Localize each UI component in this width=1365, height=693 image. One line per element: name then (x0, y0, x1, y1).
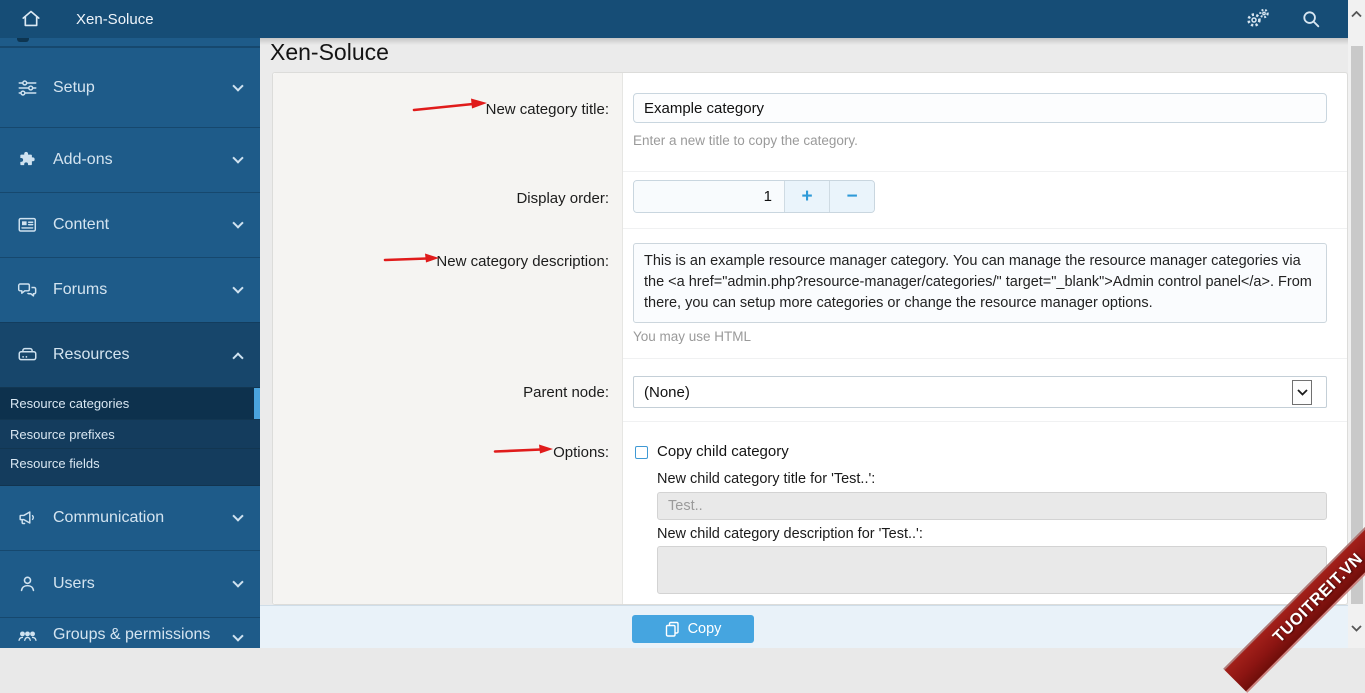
subitem-label: Resource fields (10, 455, 100, 471)
chevron-down-icon (232, 576, 244, 588)
form-footer: Copy (260, 605, 1348, 648)
row-divider (623, 358, 1347, 359)
chevron-down-icon (232, 282, 244, 294)
increment-button[interactable]: + (784, 181, 829, 212)
field-label-options: Options: (553, 444, 609, 461)
field-label-parent-node: Parent node: (523, 384, 609, 401)
chat-bubbles-icon (14, 278, 40, 302)
scrollbar-thumb[interactable] (1351, 46, 1363, 604)
field-label-display-order: Display order: (516, 190, 609, 207)
chevron-down-icon (232, 217, 244, 229)
sidebar-item-label: Setup (53, 78, 95, 96)
scroll-down-arrow[interactable] (1348, 618, 1365, 638)
field-label-new-category-title: New category title: (485, 101, 609, 118)
sidebar-item-resources[interactable]: Resources (0, 322, 260, 387)
sidebar-item-label: Resources (53, 346, 130, 363)
field-label-new-category-description: New category description: (436, 253, 609, 270)
chevron-down-icon (232, 630, 244, 642)
subitem-label: Resource prefixes (10, 426, 115, 442)
sidebar-item-label: Add-ons (53, 151, 113, 168)
sidebar-item-addons[interactable]: Add-ons (0, 127, 260, 192)
sidebar-item-content[interactable]: Content (0, 192, 260, 257)
sidebar-subitem-resource-categories[interactable]: Resource categories (0, 387, 260, 419)
parent-node-select[interactable]: (None) (633, 376, 1327, 408)
copy-child-category-checkbox[interactable] (635, 446, 648, 459)
active-indicator (254, 388, 260, 419)
sidebar-item-label: Users (53, 575, 95, 592)
sidebar-item-communication[interactable]: Communication (0, 485, 260, 550)
display-order-stepper: + − (633, 180, 875, 213)
copy-button[interactable]: Copy (632, 615, 754, 643)
topbar: Xen-Soluce (0, 0, 1348, 38)
sidebar-item-label: Communication (53, 509, 165, 526)
sidebar-subitem-resource-fields[interactable]: Resource fields (0, 448, 260, 477)
chevron-down-icon (232, 79, 244, 92)
title-hint: Enter a new title to copy the category. (633, 133, 858, 148)
sidebar-item-setup[interactable]: Setup (0, 47, 260, 127)
subitem-label: Resource categories (10, 396, 130, 411)
main-content: Xen-Soluce New category title: Enter a n… (260, 38, 1348, 648)
description-hint: You may use HTML (633, 329, 752, 344)
sidebar-item-groups-permissions[interactable]: Groups & permissions (0, 617, 260, 648)
sidebar-subitem-resource-prefixes[interactable]: Resource prefixes (0, 419, 260, 448)
copy-child-category-label: Copy child category (657, 443, 789, 460)
megaphone-icon (14, 506, 40, 530)
user-group-icon (14, 626, 40, 648)
sidebar: Setup Add-ons Content Forums Resources R… (0, 38, 260, 648)
child-description-label: New child category description for 'Test… (657, 526, 923, 542)
search-icon[interactable] (1300, 8, 1322, 30)
selected-option: (None) (644, 383, 690, 401)
chevron-down-icon (232, 152, 244, 164)
copy-icon (665, 621, 679, 637)
form-label-column (273, 73, 623, 604)
row-divider (623, 171, 1347, 172)
sliders-icon (14, 76, 40, 100)
child-title-label: New child category title for 'Test..': (657, 471, 876, 487)
sidebar-item-users[interactable]: Users (0, 550, 260, 617)
sidebar-item-label: Groups & permissions (53, 626, 211, 643)
scroll-up-arrow[interactable] (1348, 4, 1365, 24)
puzzle-icon (14, 148, 40, 172)
resources-submenu: Resource categories Resource prefixes Re… (0, 387, 260, 485)
child-description-textarea (657, 546, 1327, 594)
new-category-title-input[interactable] (633, 93, 1327, 123)
home-icon[interactable] (20, 8, 42, 30)
app-title: Xen-Soluce (76, 10, 154, 28)
row-divider (623, 228, 1347, 229)
child-title-input (657, 492, 1327, 520)
newspaper-icon (14, 213, 40, 237)
new-category-description-textarea[interactable]: This is an example resource manager cate… (633, 243, 1327, 323)
chevron-up-icon (232, 351, 244, 364)
decrement-button[interactable]: − (829, 181, 874, 212)
display-order-input[interactable] (634, 181, 784, 212)
sidebar-item-label: Forums (53, 281, 108, 298)
drive-icon (14, 343, 40, 367)
user-icon (14, 572, 40, 596)
partial-icon (17, 38, 29, 42)
select-dropdown-button[interactable] (1292, 380, 1312, 405)
gears-icon[interactable] (1244, 7, 1272, 31)
sidebar-item-label: Content (53, 216, 110, 233)
row-divider (623, 421, 1347, 422)
sidebar-item-forums[interactable]: Forums (0, 257, 260, 322)
page-title: Xen-Soluce (270, 39, 389, 65)
form-panel: New category title: Enter a new title to… (272, 72, 1348, 605)
partially-scrolled-item (0, 38, 260, 47)
copy-button-label: Copy (687, 621, 722, 637)
chevron-down-icon (232, 510, 244, 522)
